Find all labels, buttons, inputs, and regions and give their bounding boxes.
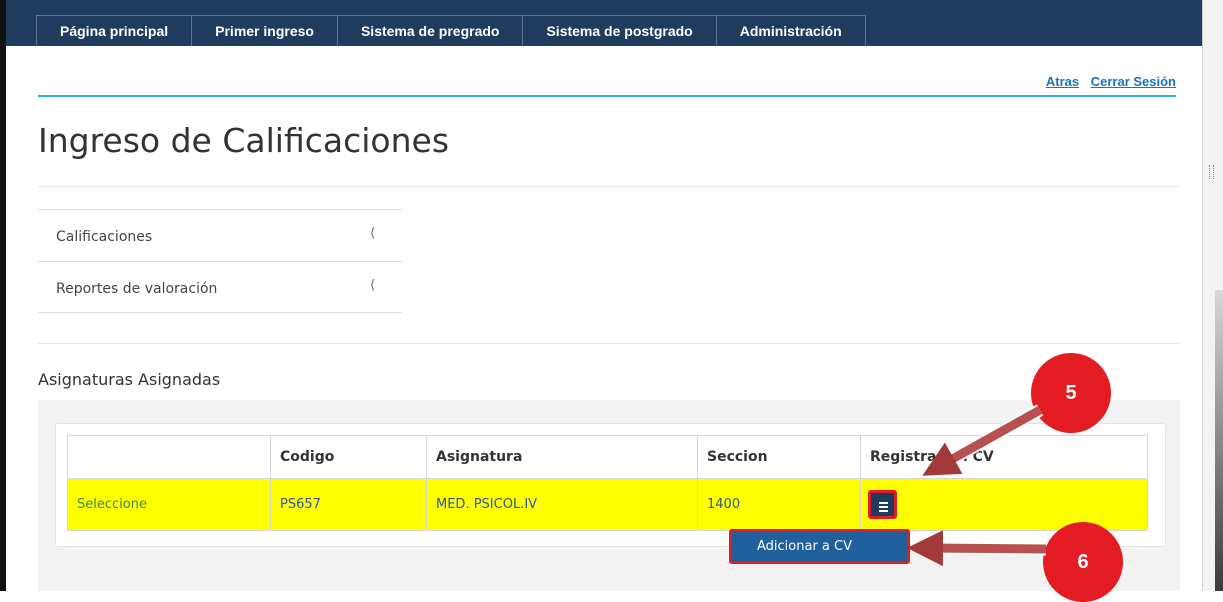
annotation-arrows	[907, 404, 1047, 567]
arrow-to-menu-button-icon	[922, 406, 1043, 476]
arrow-to-dropdown-icon	[907, 530, 1047, 567]
